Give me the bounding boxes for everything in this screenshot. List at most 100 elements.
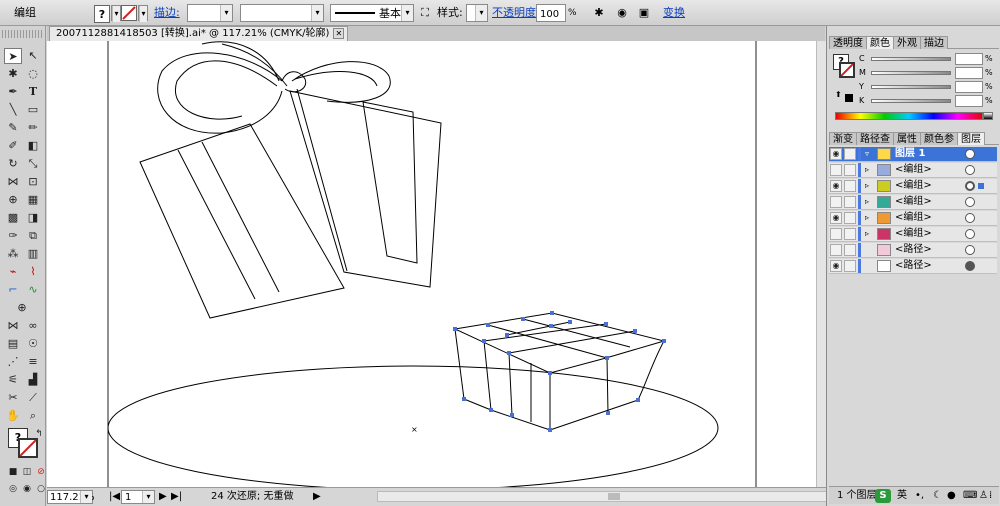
magenta-track[interactable] bbox=[871, 71, 951, 75]
visibility-eye-icon[interactable]: ◉ bbox=[830, 180, 842, 192]
visibility-eye-icon[interactable]: ◉ bbox=[830, 260, 842, 272]
tab-transparency[interactable]: 透明度 bbox=[829, 36, 867, 49]
visibility-eye-icon[interactable] bbox=[830, 164, 842, 176]
lock-toggle[interactable] bbox=[844, 260, 856, 272]
visibility-eye-icon[interactable] bbox=[830, 196, 842, 208]
tab-color[interactable]: 颜色 bbox=[866, 36, 894, 49]
live-paint-selection-tool-icon[interactable]: ⌇ bbox=[24, 264, 42, 280]
blob-brush-tool-icon[interactable]: ✐ bbox=[4, 138, 22, 154]
ime-logo-icon[interactable]: S bbox=[875, 489, 891, 503]
scissors-tool-icon[interactable]: ✂ bbox=[4, 390, 22, 406]
expand-triangle-icon[interactable]: ▹ bbox=[865, 195, 875, 209]
grid-menu-icon[interactable]: ⁞ bbox=[989, 487, 992, 505]
layer-name[interactable]: <编组> bbox=[895, 163, 932, 177]
fill-dropdown[interactable]: ▾ bbox=[111, 5, 121, 22]
pen-tool-icon[interactable]: ✒ bbox=[4, 84, 22, 100]
visibility-eye-icon[interactable]: ◉ bbox=[830, 212, 842, 224]
layer-row[interactable]: ◉ ▹ <编组> bbox=[829, 179, 997, 194]
slice-tool-icon[interactable]: ∿ bbox=[24, 282, 42, 298]
target-icon[interactable] bbox=[965, 197, 975, 207]
lock-toggle[interactable] bbox=[844, 212, 856, 224]
yellow-slider[interactable]: Y% bbox=[857, 81, 997, 93]
brush-dropdown[interactable]: 基本 ▾ bbox=[330, 4, 414, 22]
artboard-tool-icon[interactable]: ⌐ bbox=[4, 282, 22, 298]
stroke-swatch[interactable] bbox=[121, 5, 137, 21]
gradient-tool-icon[interactable]: ◨ bbox=[24, 210, 42, 226]
column-graph-tool-icon[interactable]: ▥ bbox=[24, 246, 42, 262]
last-artboard-button[interactable]: ▶| bbox=[171, 490, 182, 504]
hand-tool-icon[interactable]: ✋ bbox=[4, 408, 22, 424]
expand-triangle-icon[interactable]: ▹ bbox=[865, 179, 875, 193]
layer-row[interactable]: ▹ <编组> bbox=[829, 227, 997, 242]
line-tool-icon[interactable]: ╲ bbox=[4, 102, 22, 118]
knife-tool-icon[interactable]: ⚟ bbox=[4, 372, 22, 388]
mic-icon[interactable]: ● bbox=[947, 487, 956, 505]
globe-icon[interactable]: ◉ bbox=[614, 4, 630, 22]
recolor-icon[interactable]: ✱ bbox=[590, 4, 608, 22]
expand-triangle-icon[interactable]: ▹ bbox=[865, 163, 875, 177]
status-menu-arrow[interactable]: ▶ bbox=[313, 490, 321, 504]
yellow-track[interactable] bbox=[871, 85, 951, 89]
fill-swatch[interactable]: ? bbox=[94, 5, 110, 23]
target-icon[interactable] bbox=[965, 181, 975, 191]
keyboard-icon[interactable]: ⌨ bbox=[963, 487, 977, 505]
layer-name[interactable]: <编组> bbox=[895, 227, 932, 241]
measure-tool-icon[interactable]: ⟋ bbox=[24, 390, 42, 406]
magenta-input[interactable] bbox=[955, 67, 983, 79]
align-stroke-icon[interactable]: ⛶ bbox=[418, 4, 432, 22]
symbol-sprayer-tool-icon[interactable]: ⁂ bbox=[4, 246, 22, 262]
close-icon[interactable]: ✕ bbox=[333, 28, 345, 39]
cyan-track[interactable] bbox=[871, 57, 951, 61]
pencil-tool-icon[interactable]: ✏ bbox=[24, 120, 42, 136]
black-track[interactable] bbox=[871, 99, 951, 103]
symbol-tool-icon[interactable]: ⊕ bbox=[13, 300, 31, 316]
list-tool-icon[interactable]: ≡ bbox=[24, 354, 42, 370]
type-tool-icon[interactable]: T bbox=[24, 84, 42, 100]
rotate-tool-icon[interactable]: ↻ bbox=[4, 156, 22, 172]
warp-tool-icon[interactable]: ⋈ bbox=[4, 318, 22, 334]
cyan-slider[interactable]: C% bbox=[857, 53, 997, 65]
visibility-eye-icon[interactable]: ◉ bbox=[830, 148, 842, 160]
twirl-tool-icon[interactable]: ∞ bbox=[24, 318, 42, 334]
user-icon[interactable]: ♙ bbox=[979, 487, 988, 505]
target-icon[interactable] bbox=[965, 261, 975, 271]
tab-gradient[interactable]: 渐变 bbox=[829, 132, 857, 145]
pucker-tool-icon[interactable]: ☉ bbox=[24, 336, 42, 352]
punctuation-icon[interactable]: •, bbox=[915, 487, 924, 505]
stroke-link[interactable]: 描边: bbox=[154, 4, 180, 22]
tab-color-guide[interactable]: 颜色参 bbox=[920, 132, 958, 145]
eraser-tool-icon[interactable]: ◧ bbox=[24, 138, 42, 154]
style-dropdown[interactable]: ▾ bbox=[466, 4, 488, 22]
lock-toggle[interactable] bbox=[844, 228, 856, 240]
stroke-dropdown[interactable]: ▾ bbox=[138, 5, 148, 22]
panel-grip[interactable] bbox=[2, 30, 43, 38]
chart-line-tool-icon[interactable]: ⋰ bbox=[4, 354, 22, 370]
width-tool-icon[interactable]: ⋈ bbox=[4, 174, 22, 190]
lock-toggle[interactable] bbox=[844, 148, 856, 160]
layer-row[interactable]: <路径> bbox=[829, 243, 997, 258]
next-artboard-button[interactable]: ▶ bbox=[159, 490, 167, 504]
scroll-thumb[interactable] bbox=[608, 493, 620, 500]
tab-appearance[interactable]: 外观 bbox=[893, 36, 921, 49]
expand-triangle-icon[interactable]: ▹ bbox=[865, 211, 875, 225]
selection-tool-icon[interactable]: ➤ bbox=[4, 48, 22, 64]
shape-builder-tool-icon[interactable]: ⊕ bbox=[4, 192, 22, 208]
rectangle-tool-icon[interactable]: ▭ bbox=[24, 102, 42, 118]
artboard-dropdown[interactable]: 1 ▾ bbox=[121, 490, 155, 504]
visibility-eye-icon[interactable] bbox=[830, 244, 842, 256]
tab-attributes[interactable]: 属性 bbox=[893, 132, 921, 145]
black-input[interactable] bbox=[955, 95, 983, 107]
zoom-tool-icon[interactable]: ⌕ bbox=[24, 408, 42, 424]
layer-name[interactable]: 图层 1 bbox=[895, 147, 925, 161]
zoom-dropdown[interactable]: 117.21% ▾ bbox=[47, 490, 95, 504]
color-stroke-swatch[interactable] bbox=[839, 62, 855, 78]
transform-link[interactable]: 变换 bbox=[663, 4, 685, 22]
target-icon[interactable] bbox=[965, 165, 975, 175]
direct-selection-tool-icon[interactable]: ↖ bbox=[24, 48, 42, 64]
tab-layers[interactable]: 图层 bbox=[957, 132, 985, 145]
none-swatch-icon[interactable]: ⬆ bbox=[835, 90, 842, 99]
eyedropper-tool-icon[interactable]: ✑ bbox=[4, 228, 22, 244]
swap-fill-stroke-icon[interactable]: ↰ bbox=[30, 426, 48, 442]
layer-name[interactable]: <编组> bbox=[895, 195, 932, 209]
black-slider[interactable]: K% bbox=[857, 95, 997, 107]
